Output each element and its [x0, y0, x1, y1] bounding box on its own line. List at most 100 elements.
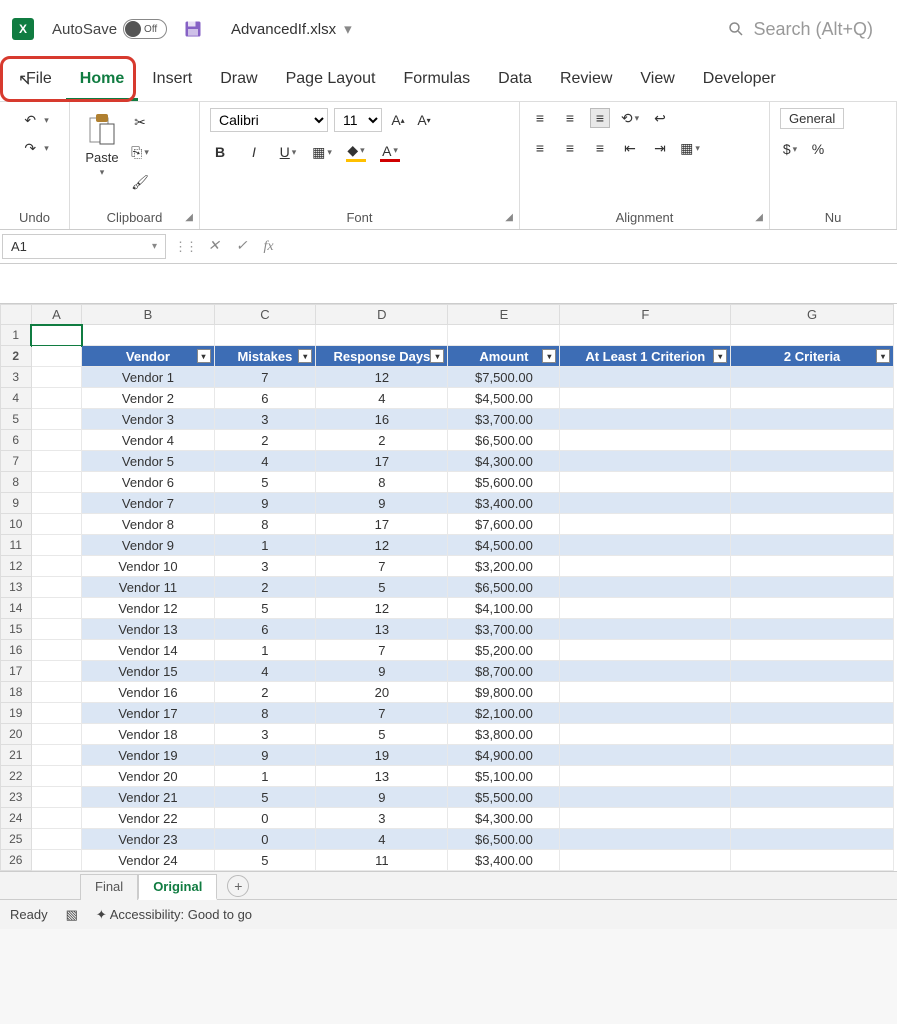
align-middle-icon[interactable]: ≡ — [560, 108, 580, 128]
autosave-toggle[interactable]: AutoSave Off — [52, 19, 167, 39]
cell[interactable]: $3,200.00 — [448, 556, 560, 577]
cell[interactable]: 16 — [316, 409, 448, 430]
cell[interactable]: 3 — [214, 409, 316, 430]
clipboard-launcher-icon[interactable]: ◢ — [185, 212, 193, 223]
align-left-icon[interactable]: ≡ — [530, 138, 550, 158]
row-header[interactable]: 13 — [1, 577, 32, 598]
align-right-icon[interactable]: ≡ — [590, 138, 610, 158]
table-header[interactable]: Amount▾ — [448, 346, 560, 367]
display-settings-icon[interactable]: ▧ — [66, 907, 78, 923]
column-header-E[interactable]: E — [448, 305, 560, 325]
fx-icon[interactable]: fx — [259, 237, 277, 257]
cell[interactable]: 7 — [316, 556, 448, 577]
filter-icon[interactable]: ▾ — [298, 349, 312, 363]
align-center-icon[interactable]: ≡ — [560, 138, 580, 158]
row-header[interactable]: 9 — [1, 493, 32, 514]
cell-a1[interactable] — [31, 325, 82, 346]
cell[interactable]: $4,500.00 — [448, 388, 560, 409]
sheet-tab-final[interactable]: Final — [80, 874, 138, 900]
cell[interactable]: 4 — [316, 829, 448, 850]
cell[interactable]: $4,900.00 — [448, 745, 560, 766]
filter-icon[interactable]: ▾ — [430, 349, 444, 363]
cell[interactable]: 4 — [214, 451, 316, 472]
decrease-indent-icon[interactable]: ⇤ — [620, 138, 640, 158]
cell[interactable]: Vendor 5 — [82, 451, 214, 472]
save-icon[interactable] — [183, 19, 203, 39]
cell[interactable]: 17 — [316, 451, 448, 472]
cell[interactable]: 12 — [316, 535, 448, 556]
cell[interactable]: Vendor 16 — [82, 682, 214, 703]
cell[interactable]: 5 — [316, 577, 448, 598]
cell[interactable]: 17 — [316, 514, 448, 535]
cell[interactable]: Vendor 21 — [82, 787, 214, 808]
cell[interactable]: Vendor 12 — [82, 598, 214, 619]
cell[interactable]: 8 — [316, 472, 448, 493]
filter-icon[interactable]: ▾ — [542, 349, 556, 363]
cell[interactable]: $2,100.00 — [448, 703, 560, 724]
cell[interactable]: $3,400.00 — [448, 850, 560, 871]
row-header[interactable]: 3 — [1, 367, 32, 388]
accept-formula-icon[interactable]: ✓ — [232, 236, 252, 257]
cell[interactable]: Vendor 1 — [82, 367, 214, 388]
row-header[interactable]: 18 — [1, 682, 32, 703]
italic-button[interactable]: I — [244, 142, 264, 162]
number-format-select[interactable]: General — [780, 108, 844, 129]
increase-indent-icon[interactable]: ⇥ — [650, 138, 670, 158]
cell[interactable]: Vendor 3 — [82, 409, 214, 430]
cell[interactable]: Vendor 9 — [82, 535, 214, 556]
column-header-D[interactable]: D — [316, 305, 448, 325]
table-header[interactable]: Response Days▾ — [316, 346, 448, 367]
cell[interactable]: $7,500.00 — [448, 367, 560, 388]
cell[interactable]: Vendor 15 — [82, 661, 214, 682]
cell[interactable]: 9 — [316, 787, 448, 808]
paste-button[interactable]: Paste ▾ — [80, 108, 124, 182]
cell[interactable]: 4 — [214, 661, 316, 682]
cell[interactable]: $9,800.00 — [448, 682, 560, 703]
cell[interactable]: 5 — [316, 724, 448, 745]
cell[interactable]: Vendor 17 — [82, 703, 214, 724]
align-bottom-icon[interactable]: ≡ — [590, 108, 610, 128]
cell[interactable]: Vendor 2 — [82, 388, 214, 409]
ribbon-tab-page-layout[interactable]: Page Layout — [272, 60, 390, 101]
cell[interactable]: $3,400.00 — [448, 493, 560, 514]
cell[interactable]: $5,200.00 — [448, 640, 560, 661]
undo-button[interactable]: ↶ — [16, 108, 53, 132]
cancel-formula-icon[interactable]: ✕ — [204, 236, 224, 257]
currency-icon[interactable]: $ — [780, 139, 800, 159]
row-header[interactable]: 11 — [1, 535, 32, 556]
row-header[interactable]: 15 — [1, 619, 32, 640]
cell[interactable]: 3 — [316, 808, 448, 829]
increase-font-icon[interactable]: A▴ — [388, 110, 408, 130]
cell[interactable]: 9 — [316, 661, 448, 682]
cell[interactable]: $3,800.00 — [448, 724, 560, 745]
cell[interactable]: Vendor 23 — [82, 829, 214, 850]
cell[interactable]: $8,700.00 — [448, 661, 560, 682]
cell[interactable]: 8 — [214, 514, 316, 535]
cell[interactable]: 8 — [214, 703, 316, 724]
cell[interactable]: Vendor 13 — [82, 619, 214, 640]
row-header[interactable]: 22 — [1, 766, 32, 787]
ribbon-tab-insert[interactable]: Insert — [138, 60, 206, 101]
row-header[interactable]: 17 — [1, 661, 32, 682]
cell[interactable]: $4,300.00 — [448, 451, 560, 472]
row-header[interactable]: 6 — [1, 430, 32, 451]
cell[interactable]: 4 — [316, 388, 448, 409]
copy-icon[interactable]: ⎘ — [130, 142, 150, 162]
ribbon-tab-review[interactable]: Review — [546, 60, 626, 101]
accessibility-status[interactable]: ✦ Accessibility: Good to go — [96, 907, 252, 923]
decrease-font-icon[interactable]: A▾ — [414, 110, 434, 130]
font-name-select[interactable]: Calibri — [210, 108, 328, 132]
ribbon-tab-developer[interactable]: Developer — [689, 60, 790, 101]
ribbon-tab-view[interactable]: View — [626, 60, 688, 101]
row-header[interactable]: 7 — [1, 451, 32, 472]
table-header[interactable]: Vendor▾ — [82, 346, 214, 367]
row-header[interactable]: 12 — [1, 556, 32, 577]
fill-color-button[interactable]: ◆ — [346, 142, 366, 162]
cell[interactable]: 19 — [316, 745, 448, 766]
cell[interactable]: Vendor 14 — [82, 640, 214, 661]
table-header[interactable]: Mistakes▾ — [214, 346, 316, 367]
sheet-tab-original[interactable]: Original — [138, 874, 217, 900]
filename[interactable]: AdvancedIf.xlsx▾ — [231, 20, 352, 38]
cell[interactable]: $4,300.00 — [448, 808, 560, 829]
cell[interactable]: 20 — [316, 682, 448, 703]
